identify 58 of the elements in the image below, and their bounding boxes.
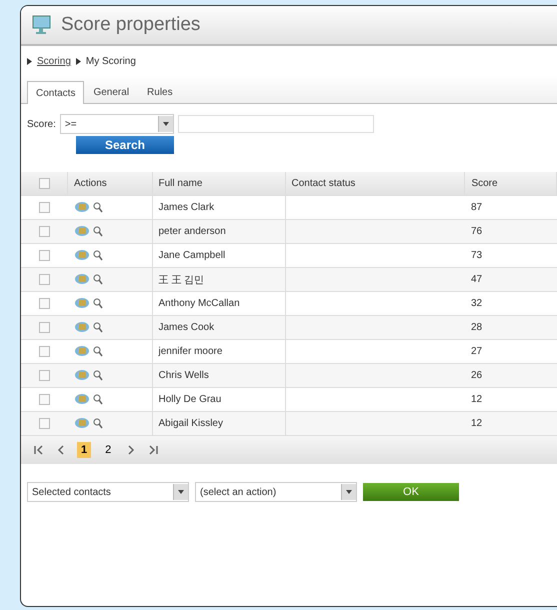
search-icon[interactable] xyxy=(92,274,102,285)
score-label: Score: xyxy=(27,118,56,130)
score-cell: 28 xyxy=(464,316,556,340)
search-icon[interactable] xyxy=(92,250,102,261)
search-button[interactable]: Search xyxy=(76,136,174,154)
name-cell: 王 王 김민 xyxy=(152,268,285,292)
row-checkbox[interactable] xyxy=(38,418,50,429)
row-checkbox[interactable] xyxy=(38,394,50,405)
operator-select[interactable]: >= xyxy=(60,114,174,134)
row-checkbox[interactable] xyxy=(38,274,50,285)
column-header[interactable]: Full name xyxy=(152,172,285,196)
search-icon[interactable] xyxy=(92,346,102,357)
page-number[interactable]: 1 xyxy=(77,442,92,458)
breadcrumb-arrow-icon xyxy=(27,58,32,65)
score-cell: 47 xyxy=(464,268,556,292)
search-icon[interactable] xyxy=(92,394,102,405)
row-checkbox[interactable] xyxy=(38,226,50,237)
last-page-icon[interactable] xyxy=(147,444,160,456)
tab[interactable]: General xyxy=(84,81,138,103)
name-cell: Abigail Kissley xyxy=(152,412,285,435)
row-checkbox[interactable] xyxy=(38,322,50,333)
name-cell: James Cook xyxy=(152,316,285,340)
search-icon[interactable] xyxy=(92,226,102,237)
tab[interactable]: Rules xyxy=(138,81,182,103)
search-icon[interactable] xyxy=(92,322,102,333)
name-cell: peter anderson xyxy=(152,220,285,244)
search-icon[interactable] xyxy=(92,418,102,429)
select-all-checkbox[interactable] xyxy=(38,178,50,189)
dropdown-arrow-icon[interactable] xyxy=(162,122,169,126)
row-checkbox[interactable] xyxy=(38,202,50,213)
first-page-icon[interactable] xyxy=(33,444,45,456)
tab[interactable]: Contacts xyxy=(27,81,84,104)
breadcrumb-current: My Scoring xyxy=(86,56,136,67)
monitor-icon xyxy=(31,14,53,36)
ok-button[interactable]: OK xyxy=(363,483,459,501)
row-checkbox[interactable] xyxy=(38,370,50,381)
search-icon[interactable] xyxy=(92,298,102,309)
score-cell: 76 xyxy=(464,220,556,244)
window-title: Score properties xyxy=(61,14,200,36)
column-header[interactable]: Actions xyxy=(68,172,152,196)
row-checkbox[interactable] xyxy=(38,346,50,357)
row-checkbox[interactable] xyxy=(38,250,50,261)
name-cell: Chris Wells xyxy=(152,364,285,388)
column-header[interactable]: Score xyxy=(464,172,556,196)
search-icon[interactable] xyxy=(92,202,102,213)
scope-select[interactable]: Selected contacts xyxy=(27,482,189,502)
score-cell: 26 xyxy=(464,364,556,388)
score-input[interactable] xyxy=(178,115,374,133)
action-select[interactable]: (select an action) xyxy=(195,482,357,502)
score-cell: 12 xyxy=(464,412,556,435)
breadcrumb-link[interactable]: Scoring xyxy=(37,56,71,67)
row-checkbox[interactable] xyxy=(38,298,50,309)
page-number[interactable]: 2 xyxy=(101,442,116,458)
breadcrumb-arrow-icon xyxy=(76,58,81,65)
search-icon[interactable] xyxy=(92,370,102,381)
column-header[interactable]: Contact status xyxy=(285,172,465,196)
dropdown-arrow-icon[interactable] xyxy=(178,490,184,494)
dropdown-arrow-icon[interactable] xyxy=(346,490,352,494)
